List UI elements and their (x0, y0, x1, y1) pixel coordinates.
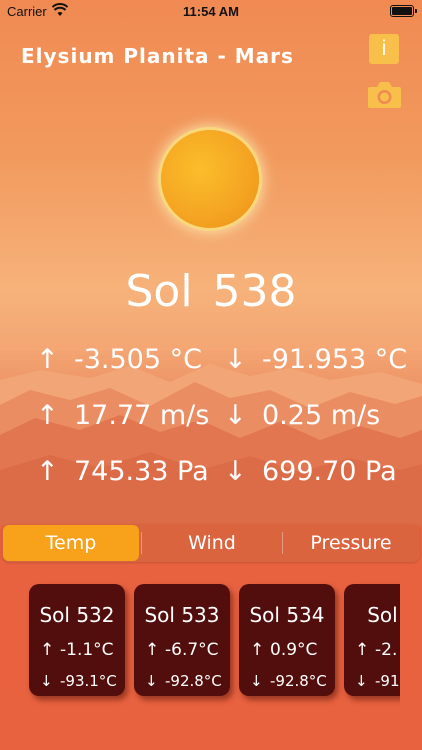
card-high: ↑ -1.1°C (40, 640, 114, 660)
camera-icon[interactable] (367, 79, 402, 109)
wind-low: 0.25 m/s (262, 400, 381, 431)
info-icon: i (381, 37, 387, 60)
sol-card[interactable]: Sol 534 ↑ 0.9°C ↓ -92.8°C (239, 584, 335, 696)
current-sol: Sol 538 (125, 266, 297, 317)
arrow-down-icon: ↓ (224, 456, 247, 487)
arrow-up-icon: ↑ (145, 640, 160, 660)
sol-card[interactable]: Sol 533 ↑ -6.7°C ↓ -92.8°C (134, 584, 230, 696)
pressure-row: ↑ 745.33 Pa ↓ 699.70 Pa (0, 456, 422, 492)
sun-illustration (161, 130, 259, 228)
tab-temp[interactable]: Temp (3, 525, 139, 561)
location-title: Elysium Planita - Mars (21, 44, 294, 68)
card-high: ↑ 0.9°C (250, 640, 318, 660)
arrow-up-icon: ↑ (40, 640, 55, 660)
carousel-edge (400, 572, 422, 722)
arrow-down-icon: ↓ (250, 672, 263, 690)
arrow-up-icon: ↑ (355, 640, 370, 660)
arrow-down-icon: ↓ (224, 344, 247, 375)
card-sol: Sol 5 (367, 603, 402, 627)
sol-card[interactable]: Sol 5 ↑-2. ↓-91 (344, 584, 402, 696)
temperature-low: -91.953 °C (262, 344, 408, 375)
arrow-down-icon: ↓ (145, 672, 158, 690)
arrow-down-icon: ↓ (224, 400, 247, 431)
clock: 11:54 AM (183, 4, 239, 19)
arrow-up-icon: ↑ (36, 456, 59, 487)
pressure-low: 699.70 Pa (262, 456, 397, 487)
card-low: ↓ -92.8°C (250, 672, 327, 690)
mountains-illustration (0, 364, 422, 525)
status-bar: Carrier 11:54 AM (0, 0, 422, 22)
metric-segmented-control: Temp Wind Pressure (2, 524, 420, 562)
card-high: ↑ -2. (355, 640, 398, 660)
info-button[interactable]: i (369, 34, 399, 64)
card-low: ↓ -91 (355, 672, 400, 690)
card-sol: Sol 533 (144, 603, 220, 627)
arrow-up-icon: ↑ (250, 640, 265, 660)
tab-wind[interactable]: Wind (143, 525, 281, 561)
wind-row: ↑ 17.77 m/s ↓ 0.25 m/s (0, 400, 422, 436)
pressure-high: 745.33 Pa (74, 456, 209, 487)
temperature-row: ↑ -3.505 °C ↓ -91.953 °C (0, 344, 422, 380)
sol-history-carousel[interactable]: Sol 532 ↑ -1.1°C ↓ -93.1°C Sol 533 ↑ -6.7°C… (0, 572, 402, 722)
card-sol: Sol 532 (39, 603, 115, 627)
arrow-up-icon: ↑ (36, 400, 59, 431)
temperature-high: -3.505 °C (74, 344, 202, 375)
card-low: ↓ -93.1°C (40, 672, 117, 690)
mars-landscape-background (0, 0, 422, 525)
card-low: ↓ -92.8°C (145, 672, 222, 690)
tab-pressure[interactable]: Pressure (283, 525, 419, 561)
battery-icon (390, 5, 417, 17)
wind-high: 17.77 m/s (74, 400, 210, 431)
arrow-down-icon: ↓ (355, 672, 368, 690)
segment-divider (141, 532, 142, 554)
arrow-down-icon: ↓ (40, 672, 53, 690)
card-sol: Sol 534 (249, 603, 325, 627)
sol-card[interactable]: Sol 532 ↑ -1.1°C ↓ -93.1°C (29, 584, 125, 696)
card-high: ↑ -6.7°C (145, 640, 219, 660)
arrow-up-icon: ↑ (36, 344, 59, 375)
